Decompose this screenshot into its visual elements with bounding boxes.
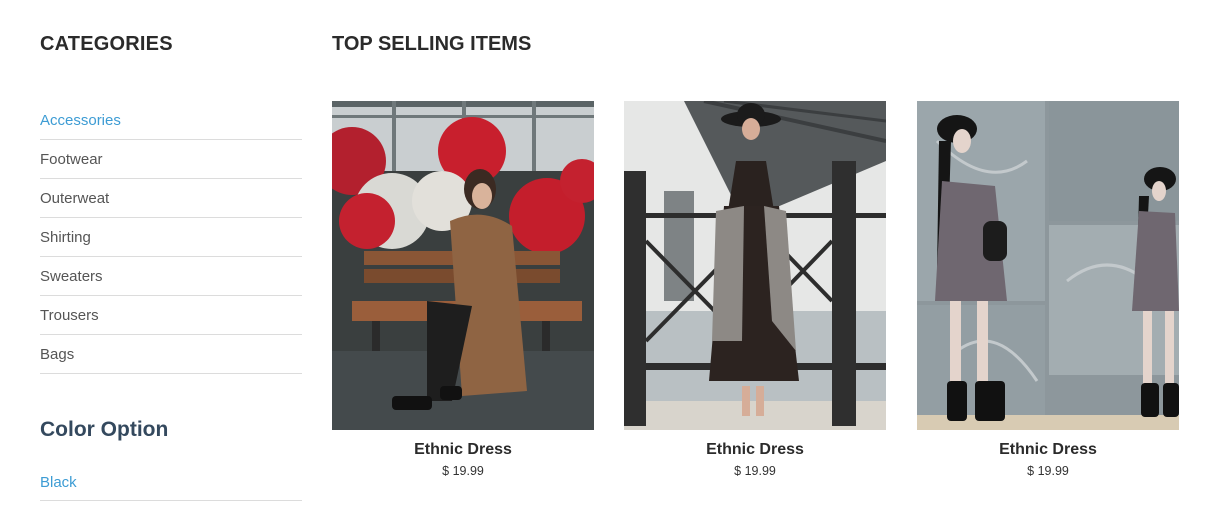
category-list: Accessories Footwear Outerweat Shirting … [40,101,302,374]
color-item-black[interactable]: Black [40,464,302,501]
product-name[interactable]: Ethnic Dress [917,441,1179,459]
product-image-2[interactable] [624,101,886,430]
product-price: $ 19.99 [1027,464,1069,478]
category-item-trousers[interactable]: Trousers [40,296,302,335]
category-item-shirting[interactable]: Shirting [40,218,302,257]
top-selling-title: TOP SELLING ITEMS [332,33,532,55]
category-item-outerwear[interactable]: Outerweat [40,179,302,218]
product-card[interactable]: Ethnic Dress $ 19.99 [624,101,886,478]
product-name[interactable]: Ethnic Dress [624,441,886,459]
category-item-bags[interactable]: Bags [40,335,302,374]
category-item-accessories[interactable]: Accessories [40,101,302,140]
product-image-1[interactable] [332,101,594,430]
color-list: Black [40,464,302,501]
product-card[interactable]: Ethnic Dress $ 19.99 [332,101,594,478]
product-name[interactable]: Ethnic Dress [332,441,594,459]
category-item-sweaters[interactable]: Sweaters [40,257,302,296]
categories-title: CATEGORIES [40,33,173,55]
product-price: $ 19.99 [442,464,484,478]
color-option-title: Color Option [40,418,169,441]
product-price: $ 19.99 [734,464,776,478]
product-card[interactable]: Ethnic Dress $ 19.99 [917,101,1179,478]
shop-page: CATEGORIES Accessories Footwear Outerwea… [0,0,1230,513]
product-image-3[interactable] [917,101,1179,430]
category-item-footwear[interactable]: Footwear [40,140,302,179]
